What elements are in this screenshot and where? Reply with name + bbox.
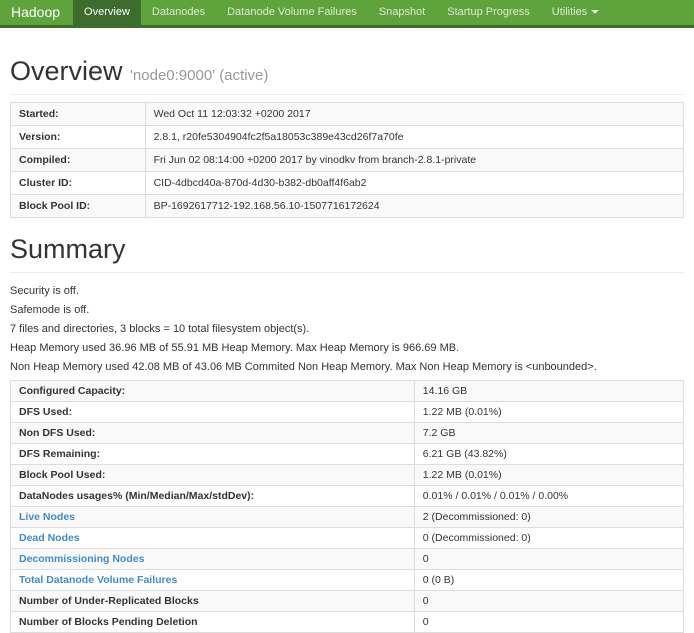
page-subtitle: 'node0:9000' (active) xyxy=(130,67,268,84)
row-value: 0 xyxy=(414,612,683,633)
row-label: Live Nodes xyxy=(11,507,415,528)
row-value: 2 (Decommissioned: 0) xyxy=(414,507,683,528)
caret-down-icon xyxy=(591,10,599,14)
row-label: DFS Used: xyxy=(11,402,415,423)
summary-paragraphs: Security is off. Safemode is off. 7 file… xyxy=(10,285,684,373)
row-label: Version: xyxy=(11,126,146,149)
row-value: 1.22 MB (0.01%) xyxy=(414,402,683,423)
table-row: Version: 2.8.1, r20fe5304904fc2f5a18053c… xyxy=(11,126,684,149)
summary-title: Summary xyxy=(10,236,684,263)
row-label: Number of Blocks Pending Deletion xyxy=(11,612,415,633)
row-value: 0 xyxy=(414,549,683,570)
row-label: Compiled: xyxy=(11,149,146,172)
nav-item-overview[interactable]: Overview xyxy=(73,0,141,25)
row-label: Started: xyxy=(11,103,146,126)
navbar-brand[interactable]: Hadoop xyxy=(0,0,73,25)
table-row: Number of Under-Replicated Blocks 0 xyxy=(11,591,684,612)
page-title-text: Overview xyxy=(10,56,123,86)
non-heap-memory-text: Non Heap Memory used 42.08 MB of 43.06 M… xyxy=(10,361,684,373)
safemode-status-text: Safemode is off. xyxy=(10,304,684,316)
table-row: Total Datanode Volume Failures 0 (0 B) xyxy=(11,570,684,591)
row-value: 0 xyxy=(414,591,683,612)
table-row: Configured Capacity: 14.16 GB xyxy=(11,381,684,402)
table-row: Started: Wed Oct 11 12:03:32 +0200 2017 xyxy=(11,103,684,126)
nav-item-utilities-label: Utilities xyxy=(552,6,587,18)
row-label: Number of Under-Replicated Blocks xyxy=(11,591,415,612)
table-row: Decommissioning Nodes 0 xyxy=(11,549,684,570)
heap-memory-text: Heap Memory used 36.96 MB of 55.91 MB He… xyxy=(10,342,684,354)
row-value: 1.22 MB (0.01%) xyxy=(414,465,683,486)
table-row: Number of Blocks Pending Deletion 0 xyxy=(11,612,684,633)
summary-header: Summary xyxy=(10,236,684,273)
row-value: 6.21 GB (43.82%) xyxy=(414,444,683,465)
row-label: Total Datanode Volume Failures xyxy=(11,570,415,591)
decommissioning-nodes-link[interactable]: Decommissioning Nodes xyxy=(19,553,144,565)
table-row: Cluster ID: CID-4dbcd40a-870d-4d30-b382-… xyxy=(11,172,684,195)
overview-table: Started: Wed Oct 11 12:03:32 +0200 2017 … xyxy=(10,102,684,218)
row-value: Wed Oct 11 12:03:32 +0200 2017 xyxy=(145,103,683,126)
table-row: DFS Remaining: 6.21 GB (43.82%) xyxy=(11,444,684,465)
row-value: BP-1692617712-192.168.56.10-150771617262… xyxy=(145,195,683,218)
nav-item-datanode-volume-failures[interactable]: Datanode Volume Failures xyxy=(216,0,368,25)
navbar-nav: Overview Datanodes Datanode Volume Failu… xyxy=(73,0,610,25)
table-row: Block Pool ID: BP-1692617712-192.168.56.… xyxy=(11,195,684,218)
nav-item-utilities[interactable]: Utilities xyxy=(541,0,610,25)
live-nodes-link[interactable]: Live Nodes xyxy=(19,511,75,523)
row-value: 0 (Decommissioned: 0) xyxy=(414,528,683,549)
row-label: Block Pool Used: xyxy=(11,465,415,486)
filesystem-objects-text: 7 files and directories, 3 blocks = 10 t… xyxy=(10,323,684,335)
row-value: 2.8.1, r20fe5304904fc2f5a18053c389e43cd2… xyxy=(145,126,683,149)
row-value: 0 (0 B) xyxy=(414,570,683,591)
navbar: Hadoop Overview Datanodes Datanode Volum… xyxy=(0,0,694,28)
row-value: 14.16 GB xyxy=(414,381,683,402)
row-label: Cluster ID: xyxy=(11,172,146,195)
table-row: Block Pool Used: 1.22 MB (0.01%) xyxy=(11,465,684,486)
row-label: Dead Nodes xyxy=(11,528,415,549)
total-datanode-volume-failures-link[interactable]: Total Datanode Volume Failures xyxy=(19,574,177,586)
row-label: Configured Capacity: xyxy=(11,381,415,402)
row-value: 0.01% / 0.01% / 0.01% / 0.00% xyxy=(414,486,683,507)
row-label: DataNodes usages% (Min/Median/Max/stdDev… xyxy=(11,486,415,507)
table-row: Live Nodes 2 (Decommissioned: 0) xyxy=(11,507,684,528)
row-value: CID-4dbcd40a-870d-4d30-b382-db0aff4f6ab2 xyxy=(145,172,683,195)
row-value: Fri Jun 02 08:14:00 +0200 2017 by vinodk… xyxy=(145,149,683,172)
row-label: Decommissioning Nodes xyxy=(11,549,415,570)
security-status-text: Security is off. xyxy=(10,285,684,297)
table-row: DataNodes usages% (Min/Median/Max/stdDev… xyxy=(11,486,684,507)
nav-item-startup-progress[interactable]: Startup Progress xyxy=(436,0,541,25)
nav-item-datanodes[interactable]: Datanodes xyxy=(141,0,216,25)
table-row: Compiled: Fri Jun 02 08:14:00 +0200 2017… xyxy=(11,149,684,172)
table-row: Non DFS Used: 7.2 GB xyxy=(11,423,684,444)
dead-nodes-link[interactable]: Dead Nodes xyxy=(19,532,80,544)
table-row: DFS Used: 1.22 MB (0.01%) xyxy=(11,402,684,423)
row-value: 7.2 GB xyxy=(414,423,683,444)
row-label: Non DFS Used: xyxy=(11,423,415,444)
overview-header: Overview 'node0:9000' (active) xyxy=(10,58,684,95)
summary-table: Configured Capacity: 14.16 GB DFS Used: … xyxy=(10,380,684,633)
main-content: Overview 'node0:9000' (active) Started: … xyxy=(0,58,694,633)
table-row: Dead Nodes 0 (Decommissioned: 0) xyxy=(11,528,684,549)
nav-item-snapshot[interactable]: Snapshot xyxy=(368,0,436,25)
page-title: Overview 'node0:9000' (active) xyxy=(10,58,684,85)
row-label: DFS Remaining: xyxy=(11,444,415,465)
row-label: Block Pool ID: xyxy=(11,195,146,218)
